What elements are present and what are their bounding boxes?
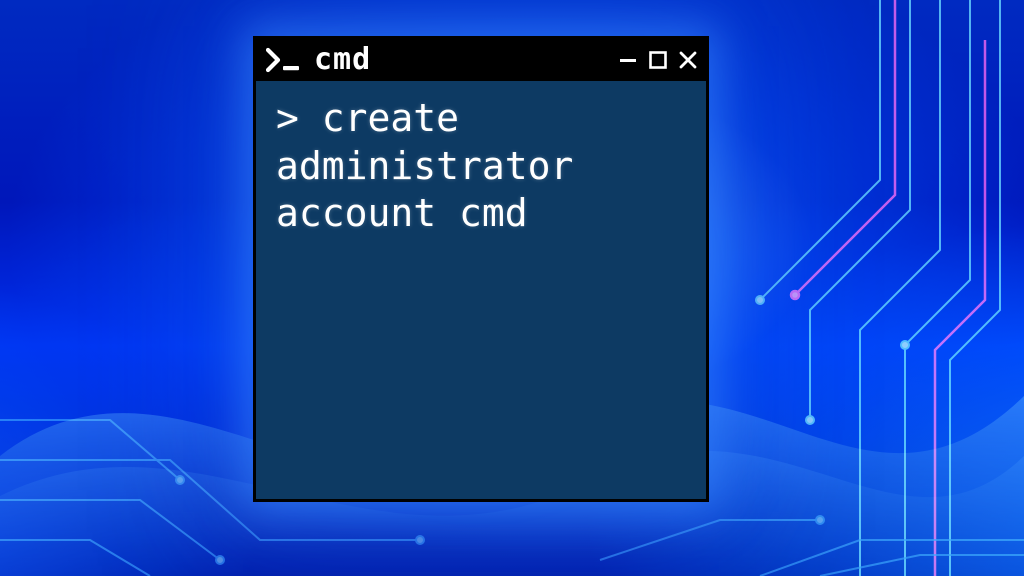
terminal-prompt-icon xyxy=(266,47,304,73)
terminal-body[interactable]: > create administrator account cmd xyxy=(256,81,706,252)
prompt-symbol: > xyxy=(276,96,299,140)
window-controls xyxy=(618,50,700,70)
terminal-window: cmd > create administrator account cm xyxy=(253,36,709,502)
command-line-text: create administrator account cmd xyxy=(276,96,573,235)
minimize-button[interactable] xyxy=(618,50,638,70)
close-button[interactable] xyxy=(678,50,698,70)
window-title: cmd xyxy=(314,45,371,75)
app-stage: cmd > create administrator account cm xyxy=(0,0,1024,576)
maximize-button[interactable] xyxy=(648,50,668,70)
titlebar[interactable]: cmd xyxy=(256,39,706,81)
